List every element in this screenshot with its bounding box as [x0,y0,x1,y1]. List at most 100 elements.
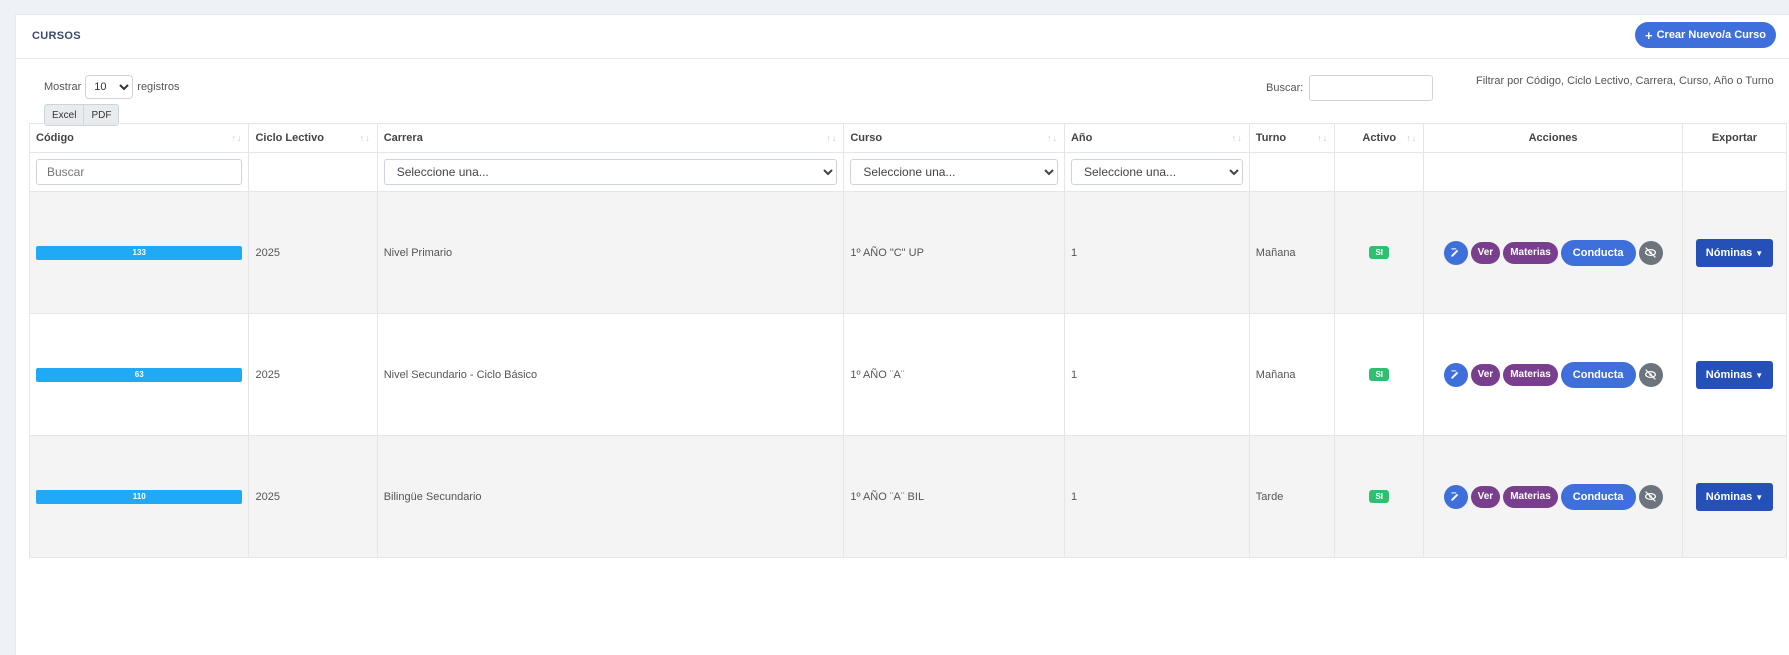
cell-anio: 1 [1063,313,1250,436]
cell-curso: 1º AÑO ¨A¨ BIL [843,435,1065,558]
nominas-button[interactable]: Nóminas ▼ [1695,482,1774,511]
code-badge: 133 [36,245,243,260]
conducta-button[interactable]: Conducta [1560,483,1636,510]
filter-empty-cell [1334,152,1425,192]
cell-ciclo: 2025 [248,191,378,314]
edit-icon [1451,492,1459,501]
materias-button[interactable]: Materias [1503,241,1558,264]
col-carrera-label: Carrera [383,132,423,144]
col-anio[interactable]: Año ↑↓ [1063,123,1250,153]
col-curso-label: Curso [850,132,883,144]
cell-acciones: Ver Materias Conducta [1423,435,1683,558]
page-title: CURSOS [32,30,81,42]
cell-carrera: Bilingüe Secundario [376,435,845,558]
cell-turno: Tarde [1248,435,1336,558]
plus-icon: + [1645,27,1653,43]
row-actions: Ver Materias Conducta [1430,361,1676,388]
col-activo-label: Activo [1362,132,1397,144]
edit-button[interactable] [1443,484,1468,509]
filter-empty-cell [248,152,378,192]
col-codigo[interactable]: Código ↑↓ [28,123,250,153]
materias-button[interactable]: Materias [1503,485,1558,508]
nominas-button[interactable]: Nóminas ▼ [1695,360,1774,389]
caret-down-icon: ▼ [1755,370,1764,380]
table-row: 133 2025 Nivel Primario 1º AÑO "C" UP 1 … [28,191,1788,314]
filter-curso-cell: Seleccione una... [843,152,1065,192]
edit-button[interactable] [1443,240,1468,265]
cell-exportar: Nóminas ▼ [1681,191,1788,314]
ver-button[interactable]: Ver [1470,363,1501,386]
page-length-select[interactable]: 10 [85,75,134,99]
cell-activo: SI [1334,313,1425,436]
filter-empty-cell [1423,152,1683,192]
cell-turno: Mañana [1248,313,1336,436]
caret-down-icon: ▼ [1755,492,1764,502]
table-row: 63 2025 Nivel Secundario - Ciclo Básico … [28,313,1788,436]
search-label: Buscar: [1266,82,1304,94]
sort-icon: ↑↓ [1231,133,1243,143]
card-header: CURSOS + Crear Nuevo/a Curso [16,15,1789,59]
search-control: Buscar: [1266,75,1434,101]
create-course-button[interactable]: + Crear Nuevo/a Curso [1635,22,1777,48]
materias-button[interactable]: Materias [1503,363,1558,386]
status-badge: SI [1369,368,1390,381]
code-badge: 110 [36,489,243,504]
col-ciclo-label: Ciclo Lectivo [255,132,324,144]
header-row: Código ↑↓ Ciclo Lectivo ↑↓ Carrera ↑↓ Curso… [28,123,1788,153]
table-body: 133 2025 Nivel Primario 1º AÑO "C" UP 1 … [28,191,1788,558]
sort-icon: ↑↓ [826,133,838,143]
row-actions: Ver Materias Conducta [1430,483,1676,510]
col-turno[interactable]: Turno ↑↓ [1248,123,1336,153]
code-badge: 63 [36,367,243,382]
conducta-button[interactable]: Conducta [1560,361,1636,388]
edit-button[interactable] [1443,362,1468,387]
hide-button[interactable] [1638,362,1663,387]
nominas-button[interactable]: Nóminas ▼ [1695,238,1774,267]
col-anio-label: Año [1070,132,1093,144]
eye-slash-icon [1645,491,1656,502]
filter-row: Seleccione una... Seleccione una... Sele… [28,152,1788,192]
nominas-label: Nóminas [1705,246,1753,259]
ver-button[interactable]: Ver [1470,485,1501,508]
row-actions: Ver Materias Conducta [1430,239,1676,266]
table-controls: Mostrar 10 registros Excel PDF Buscar: F… [16,59,1789,131]
search-input[interactable] [1309,75,1434,101]
col-activo[interactable]: Activo ↑↓ [1334,123,1425,153]
status-badge: SI [1369,490,1390,503]
col-carrera[interactable]: Carrera ↑↓ [376,123,845,153]
hide-button[interactable] [1638,484,1663,509]
filter-anio-cell: Seleccione una... [1063,152,1250,192]
status-badge: SI [1369,246,1390,259]
hide-button[interactable] [1638,240,1663,265]
cell-turno: Mañana [1248,191,1336,314]
sort-icon: ↑↓ [1317,133,1329,143]
cell-anio: 1 [1063,435,1250,558]
filter-carrera-cell: Seleccione una... [376,152,845,192]
eye-slash-icon [1645,369,1656,380]
col-curso[interactable]: Curso ↑↓ [843,123,1065,153]
edit-icon [1451,370,1459,379]
cell-acciones: Ver Materias Conducta [1423,191,1683,314]
conducta-button[interactable]: Conducta [1560,239,1636,266]
cell-codigo: 110 [28,435,250,558]
filter-carrera-select[interactable]: Seleccione una... [383,159,838,185]
filter-anio-select[interactable]: Seleccione una... [1070,159,1243,185]
cell-acciones: Ver Materias Conducta [1423,313,1683,436]
cell-curso: 1º AÑO ¨A¨ [843,313,1065,436]
edit-icon [1451,248,1459,257]
courses-table: Código ↑↓ Ciclo Lectivo ↑↓ Carrera ↑↓ Curso… [28,123,1788,558]
col-codigo-label: Código [36,132,74,144]
cell-activo: SI [1334,191,1425,314]
eye-slash-icon [1645,247,1656,258]
sort-icon: ↑↓ [1406,133,1418,143]
col-acciones: Acciones [1423,123,1683,153]
cell-curso: 1º AÑO "C" UP [843,191,1065,314]
filter-codigo-input[interactable] [36,159,243,185]
table-row: 110 2025 Bilingüe Secundario 1º AÑO ¨A¨ … [28,435,1788,558]
filter-empty-cell [1681,152,1788,192]
page-length-control: Mostrar 10 registros [44,75,179,99]
ver-button[interactable]: Ver [1470,241,1501,264]
cell-activo: SI [1334,435,1425,558]
filter-curso-select[interactable]: Seleccione una... [850,159,1058,185]
col-ciclo[interactable]: Ciclo Lectivo ↑↓ [248,123,378,153]
